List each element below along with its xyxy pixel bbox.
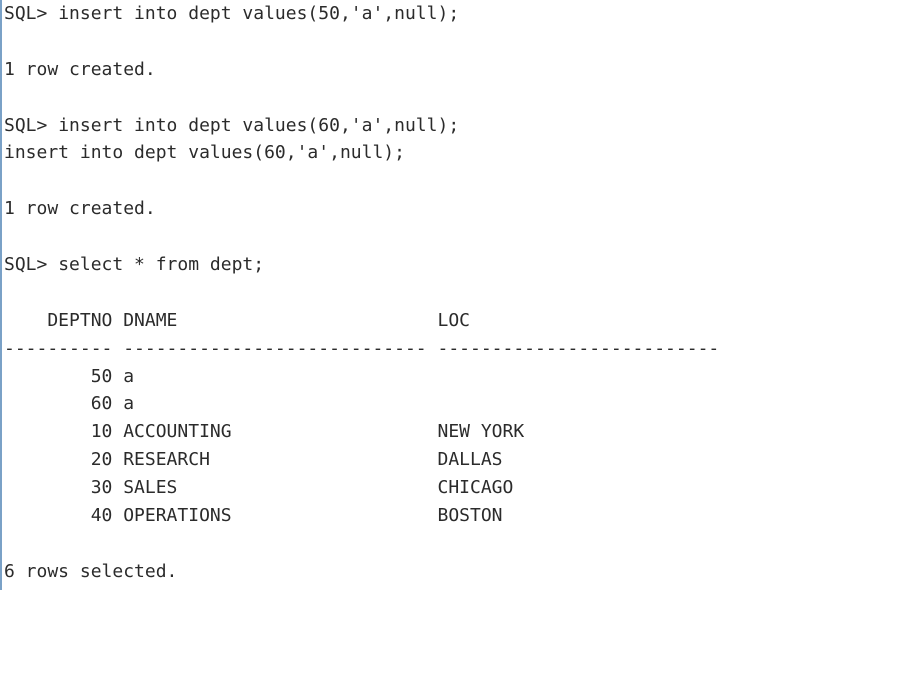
sql-command: select * from dept; bbox=[58, 254, 264, 275]
sql-prompt: SQL> bbox=[4, 254, 58, 275]
table-row: 50 a bbox=[4, 363, 924, 391]
blank-line bbox=[4, 28, 924, 56]
sql-line-2: SQL> insert into dept values(60,'a',null… bbox=[4, 112, 924, 140]
sql-echo-line: insert into dept values(60,'a',null); bbox=[4, 139, 924, 167]
table-row: 20 RESEARCH DALLAS bbox=[4, 446, 924, 474]
blank-line bbox=[4, 279, 924, 307]
result-line: 6 rows selected. bbox=[4, 558, 924, 586]
table-row: 30 SALES CHICAGO bbox=[4, 474, 924, 502]
sql-line-3: SQL> select * from dept; bbox=[4, 251, 924, 279]
sql-prompt: SQL> bbox=[4, 115, 58, 136]
sql-line-1: SQL> insert into dept values(50,'a',null… bbox=[4, 0, 924, 28]
result-line: 1 row created. bbox=[4, 195, 924, 223]
table-row: 40 OPERATIONS BOSTON bbox=[4, 502, 924, 530]
sql-command: insert into dept values(50,'a',null); bbox=[58, 3, 459, 24]
sql-prompt: SQL> bbox=[4, 3, 58, 24]
table-header: DEPTNO DNAME LOC bbox=[4, 307, 924, 335]
table-row: 10 ACCOUNTING NEW YORK bbox=[4, 418, 924, 446]
blank-line bbox=[4, 167, 924, 195]
blank-line bbox=[4, 530, 924, 558]
result-line: 1 row created. bbox=[4, 56, 924, 84]
blank-line bbox=[4, 223, 924, 251]
blank-line bbox=[4, 84, 924, 112]
table-divider: ---------- ---------------------------- … bbox=[4, 335, 924, 363]
table-row: 60 a bbox=[4, 390, 924, 418]
sql-command: insert into dept values(60,'a',null); bbox=[58, 115, 459, 136]
